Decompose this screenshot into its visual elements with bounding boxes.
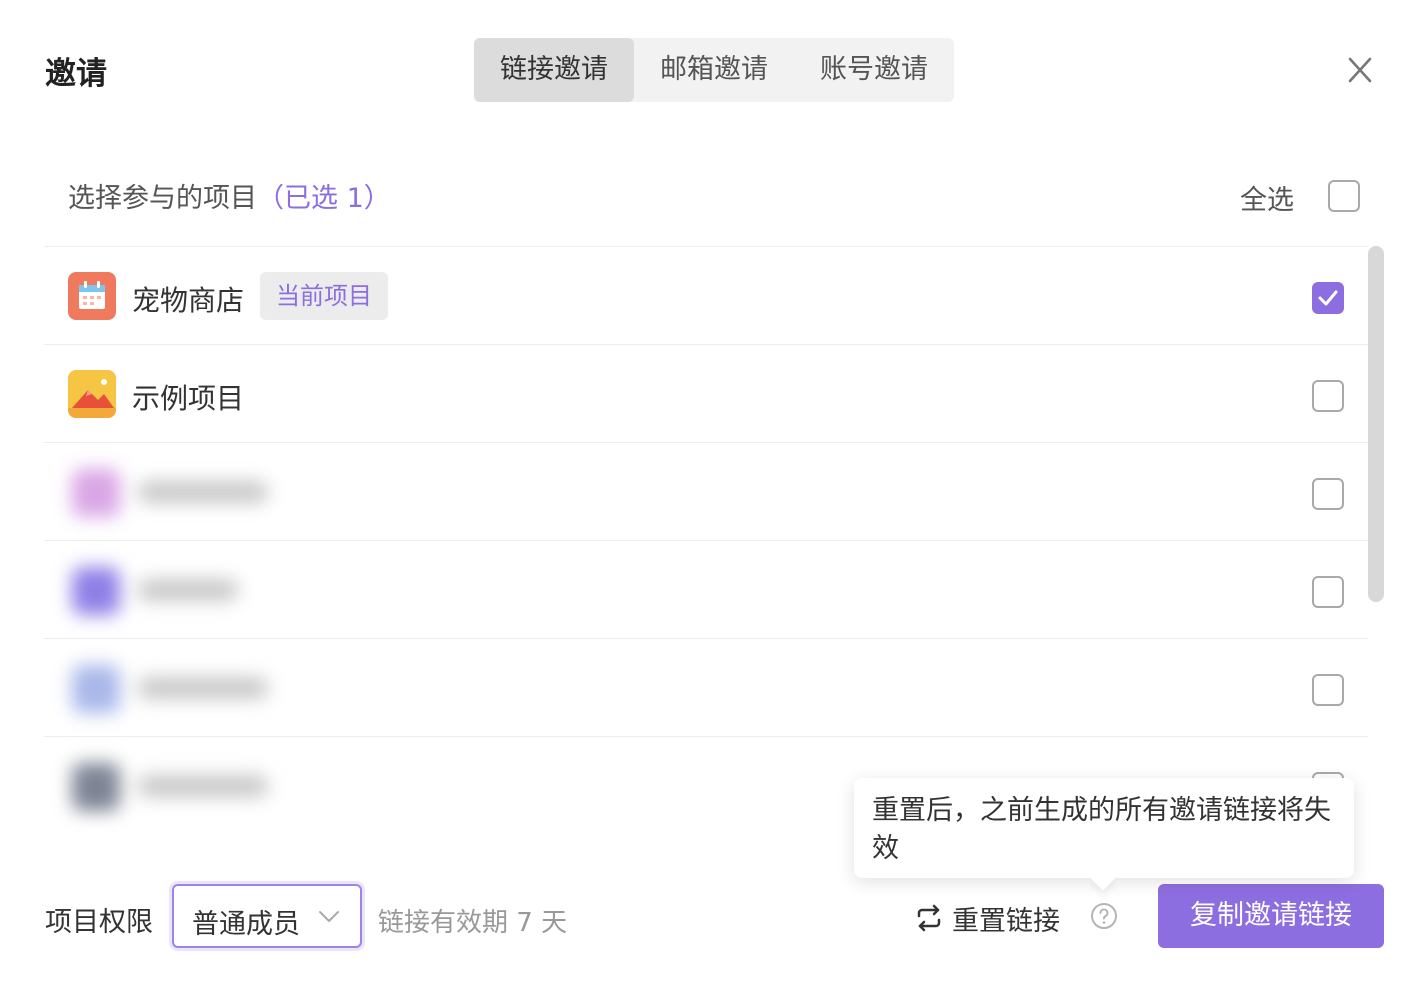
project-row[interactable]: 示例项目 — [44, 345, 1368, 443]
tab-email-invite[interactable]: 邮箱邀请 — [634, 38, 794, 102]
reset-link-button[interactable]: 重置链接 — [914, 898, 1060, 938]
tab-link-invite[interactable]: 链接邀请 — [474, 38, 634, 102]
permission-label: 项目权限 — [45, 907, 153, 938]
selected-count: （已选 1） — [257, 183, 391, 214]
project-row[interactable] — [44, 443, 1368, 541]
copy-invite-link-button[interactable]: 复制邀请链接 — [1158, 884, 1384, 948]
link-validity-text: 链接有效期 7 天 — [378, 908, 568, 938]
reset-tooltip: 重置后，之前生成的所有邀请链接将失效 — [854, 778, 1354, 891]
project-selection-label: 选择参与的项目 — [68, 183, 257, 214]
checkmark-icon — [1318, 290, 1338, 306]
project-row[interactable] — [44, 541, 1368, 639]
permission-value: 普通成员 — [192, 909, 300, 940]
project-checkbox[interactable] — [1312, 576, 1344, 608]
blurred-project-info — [54, 645, 324, 731]
project-row[interactable]: 宠物商店 当前项目 — [44, 247, 1368, 345]
project-checkbox[interactable] — [1312, 478, 1344, 510]
help-icon[interactable] — [1090, 902, 1118, 930]
project-checkbox[interactable] — [1312, 282, 1344, 314]
tab-account-invite[interactable]: 账号邀请 — [794, 38, 954, 102]
project-checkbox[interactable] — [1312, 674, 1344, 706]
close-icon — [1348, 57, 1372, 83]
project-row[interactable] — [44, 639, 1368, 737]
calendar-icon — [68, 272, 116, 320]
select-all-checkbox[interactable] — [1328, 180, 1360, 212]
permission-select[interactable]: 普通成员 — [172, 884, 362, 948]
select-all-label: 全选 — [1240, 185, 1294, 216]
reset-link-label: 重置链接 — [952, 905, 1060, 937]
invite-dialog: 邀请 链接邀请 邮箱邀请 账号邀请 选择参与的项目（已选 1） 全选 宠物商店 … — [0, 0, 1424, 992]
mountain-icon — [68, 370, 116, 418]
tooltip-arrow — [1090, 865, 1116, 891]
refresh-icon — [917, 904, 941, 932]
list-scrollbar[interactable] — [1368, 246, 1384, 602]
invite-tabs: 链接邀请 邮箱邀请 账号邀请 — [474, 38, 954, 102]
project-list: 宠物商店 当前项目 示例项目 — [44, 246, 1368, 834]
blurred-project-info — [54, 743, 324, 829]
dialog-title: 邀请 — [45, 56, 107, 92]
project-name: 宠物商店 — [132, 284, 245, 317]
blurred-project-info — [54, 449, 324, 535]
close-button[interactable] — [1340, 50, 1380, 90]
tooltip-text: 重置后，之前生成的所有邀请链接将失效 — [872, 795, 1331, 864]
project-checkbox[interactable] — [1312, 380, 1344, 412]
chevron-down-icon — [319, 911, 339, 922]
blurred-project-info — [54, 547, 324, 633]
project-selection-header: 选择参与的项目（已选 1） — [68, 176, 391, 215]
current-project-badge: 当前项目 — [260, 272, 388, 320]
project-name: 示例项目 — [132, 382, 245, 415]
